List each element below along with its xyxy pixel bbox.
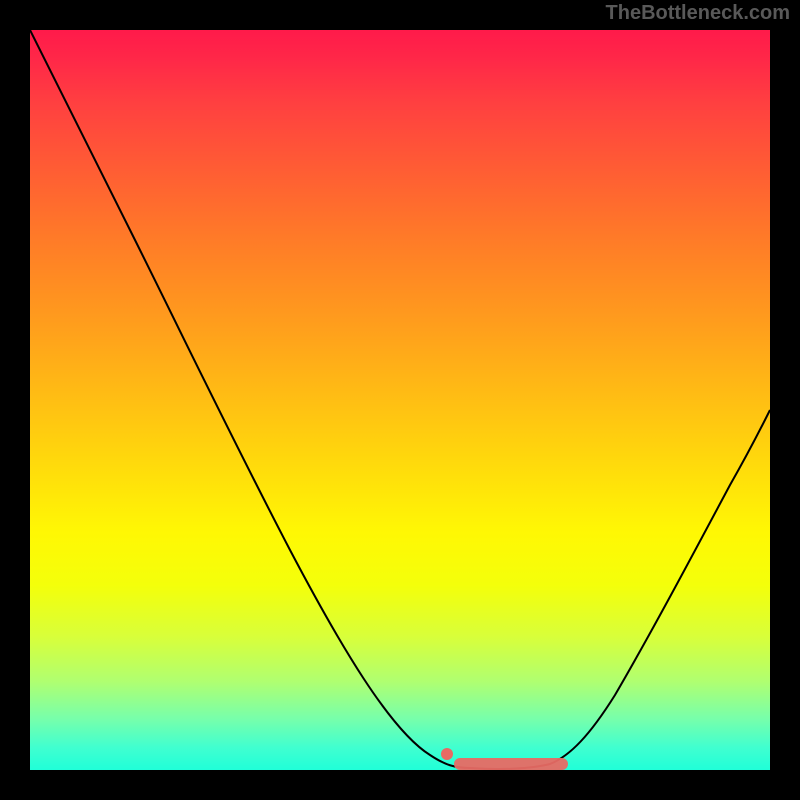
bottleneck-curve [30,30,770,769]
watermark-text: TheBottleneck.com [606,2,790,25]
minimum-zone-bar [454,758,568,770]
chart-svg [30,30,770,770]
chart-area [30,30,770,770]
marker-dot [441,748,453,760]
